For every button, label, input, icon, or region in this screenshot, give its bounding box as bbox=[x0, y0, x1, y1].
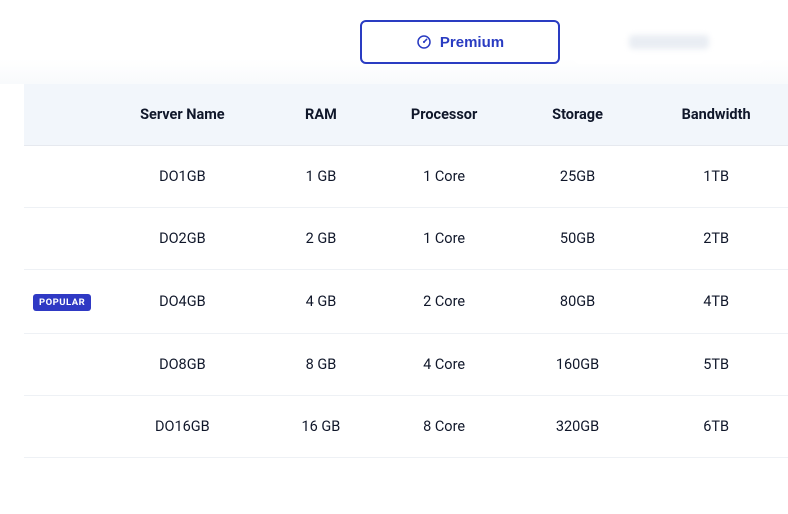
tab-secondary[interactable] bbox=[574, 20, 764, 64]
col-ram: RAM bbox=[264, 84, 377, 146]
pricing-table: Server Name RAM Processor Storage Bandwi… bbox=[24, 84, 788, 458]
cell-bandwidth: 1TB bbox=[644, 146, 788, 208]
pricing-table-wrap: Server Name RAM Processor Storage Bandwi… bbox=[0, 84, 788, 458]
col-badge bbox=[24, 84, 100, 146]
cell-badge bbox=[24, 396, 100, 458]
table-row[interactable]: POPULAR DO4GB4 GB2 Core80GB4TB bbox=[24, 270, 788, 334]
tab-premium-label: Premium bbox=[440, 34, 504, 51]
cell-badge bbox=[24, 208, 100, 270]
cell-server-name: DO8GB bbox=[100, 334, 264, 396]
cell-processor: 4 Core bbox=[377, 334, 510, 396]
cell-storage: 320GB bbox=[511, 396, 644, 458]
table-row[interactable]: DO2GB2 GB1 Core50GB2TB bbox=[24, 208, 788, 270]
gauge-icon bbox=[416, 34, 432, 50]
cell-server-name: DO16GB bbox=[100, 396, 264, 458]
cell-bandwidth: 4TB bbox=[644, 270, 788, 334]
cell-processor: 8 Core bbox=[377, 396, 510, 458]
cell-bandwidth: 2TB bbox=[644, 208, 788, 270]
cell-processor: 2 Core bbox=[377, 270, 510, 334]
popular-badge: POPULAR bbox=[33, 294, 91, 311]
col-storage: Storage bbox=[511, 84, 644, 146]
cell-storage: 50GB bbox=[511, 208, 644, 270]
col-server-name: Server Name bbox=[100, 84, 264, 146]
cell-processor: 1 Core bbox=[377, 208, 510, 270]
cell-ram: 8 GB bbox=[264, 334, 377, 396]
cell-storage: 160GB bbox=[511, 334, 644, 396]
table-header-row: Server Name RAM Processor Storage Bandwi… bbox=[24, 84, 788, 146]
cell-server-name: DO2GB bbox=[100, 208, 264, 270]
cell-ram: 16 GB bbox=[264, 396, 377, 458]
cell-storage: 80GB bbox=[511, 270, 644, 334]
table-row[interactable]: DO8GB8 GB4 Core160GB5TB bbox=[24, 334, 788, 396]
cell-storage: 25GB bbox=[511, 146, 644, 208]
cell-server-name: DO4GB bbox=[100, 270, 264, 334]
cell-badge bbox=[24, 146, 100, 208]
table-row[interactable]: DO16GB16 GB8 Core320GB6TB bbox=[24, 396, 788, 458]
cell-bandwidth: 5TB bbox=[644, 334, 788, 396]
tab-premium[interactable]: Premium bbox=[360, 20, 560, 64]
cell-processor: 1 Core bbox=[377, 146, 510, 208]
col-bandwidth: Bandwidth bbox=[644, 84, 788, 146]
cell-ram: 1 GB bbox=[264, 146, 377, 208]
plan-tabs-row: Premium bbox=[0, 0, 788, 84]
cell-server-name: DO1GB bbox=[100, 146, 264, 208]
table-row[interactable]: DO1GB1 GB1 Core25GB1TB bbox=[24, 146, 788, 208]
cell-ram: 4 GB bbox=[264, 270, 377, 334]
cell-badge bbox=[24, 334, 100, 396]
cell-bandwidth: 6TB bbox=[644, 396, 788, 458]
col-processor: Processor bbox=[377, 84, 510, 146]
cell-badge: POPULAR bbox=[24, 270, 100, 334]
tab-secondary-skeleton bbox=[629, 35, 709, 49]
cell-ram: 2 GB bbox=[264, 208, 377, 270]
